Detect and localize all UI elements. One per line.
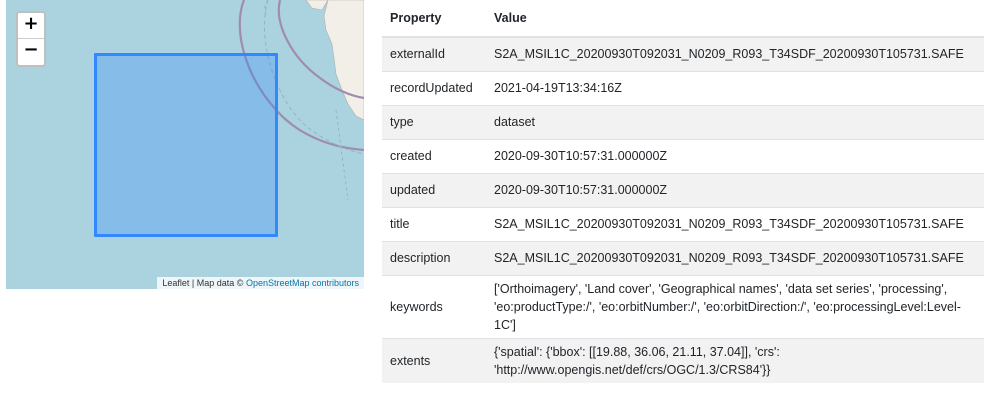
coastline-islet (305, 0, 329, 11)
row-key: keywords (382, 274, 486, 338)
table-row: updated 2020-09-30T10:57:31.000000Z (382, 172, 984, 207)
table-row: title S2A_MSIL1C_20200930T092031_N0209_R… (382, 206, 984, 241)
header-value: Value (486, 0, 984, 38)
row-value: S2A_MSIL1C_20200930T092031_N0209_R093_T3… (486, 206, 984, 241)
table-row: description S2A_MSIL1C_20200930T092031_N… (382, 240, 984, 275)
row-key: externalId (382, 36, 486, 71)
row-key: type (382, 104, 486, 139)
row-value: {'spatial': {'bbox': [[19.88, 36.06, 21.… (486, 337, 984, 383)
row-key: description (382, 240, 486, 275)
row-key: title (382, 206, 486, 241)
row-key: extents (382, 337, 486, 383)
attribution-text: Leaflet | Map data © (162, 278, 246, 288)
dashed-boundary-3 (335, 109, 349, 201)
zoom-out-button[interactable]: − (18, 39, 44, 65)
row-value: ['Orthoimagery', 'Land cover', 'Geograph… (486, 274, 984, 338)
table-row: type dataset (382, 104, 984, 139)
row-value: 2020-09-30T10:57:31.000000Z (486, 138, 984, 173)
zoom-control: + − (16, 11, 46, 67)
bbox-rectangle[interactable] (94, 53, 278, 237)
zoom-in-button[interactable]: + (18, 13, 44, 39)
table-row: externalId S2A_MSIL1C_20200930T092031_N0… (382, 36, 984, 71)
table-row: extents {'spatial': {'bbox': [[19.88, 36… (382, 337, 984, 383)
row-value: S2A_MSIL1C_20200930T092031_N0209_R093_T3… (486, 36, 984, 71)
header-property: Property (382, 0, 486, 38)
coastline-land (323, 0, 364, 121)
row-value: 2021-04-19T13:34:16Z (486, 70, 984, 105)
row-key: created (382, 138, 486, 173)
table-row: keywords ['Orthoimagery', 'Land cover', … (382, 274, 984, 338)
row-key: updated (382, 172, 486, 207)
table-header-row: Property Value (382, 0, 984, 38)
record-page: + − Leaflet | Map data © OpenStreetMap c… (0, 0, 984, 394)
map-view[interactable]: + − Leaflet | Map data © OpenStreetMap c… (6, 0, 364, 289)
table-row: created 2020-09-30T10:57:31.000000Z (382, 138, 984, 173)
row-value: S2A_MSIL1C_20200930T092031_N0209_R093_T3… (486, 240, 984, 275)
table-row: recordUpdated 2021-04-19T13:34:16Z (382, 70, 984, 105)
map-attribution: Leaflet | Map data © OpenStreetMap contr… (157, 277, 364, 289)
row-value: dataset (486, 104, 984, 139)
row-value: 2020-09-30T10:57:31.000000Z (486, 172, 984, 207)
record-properties-table: Property Value externalId S2A_MSIL1C_202… (382, 0, 984, 383)
row-key: recordUpdated (382, 70, 486, 105)
osm-link[interactable]: OpenStreetMap contributors (246, 278, 359, 288)
